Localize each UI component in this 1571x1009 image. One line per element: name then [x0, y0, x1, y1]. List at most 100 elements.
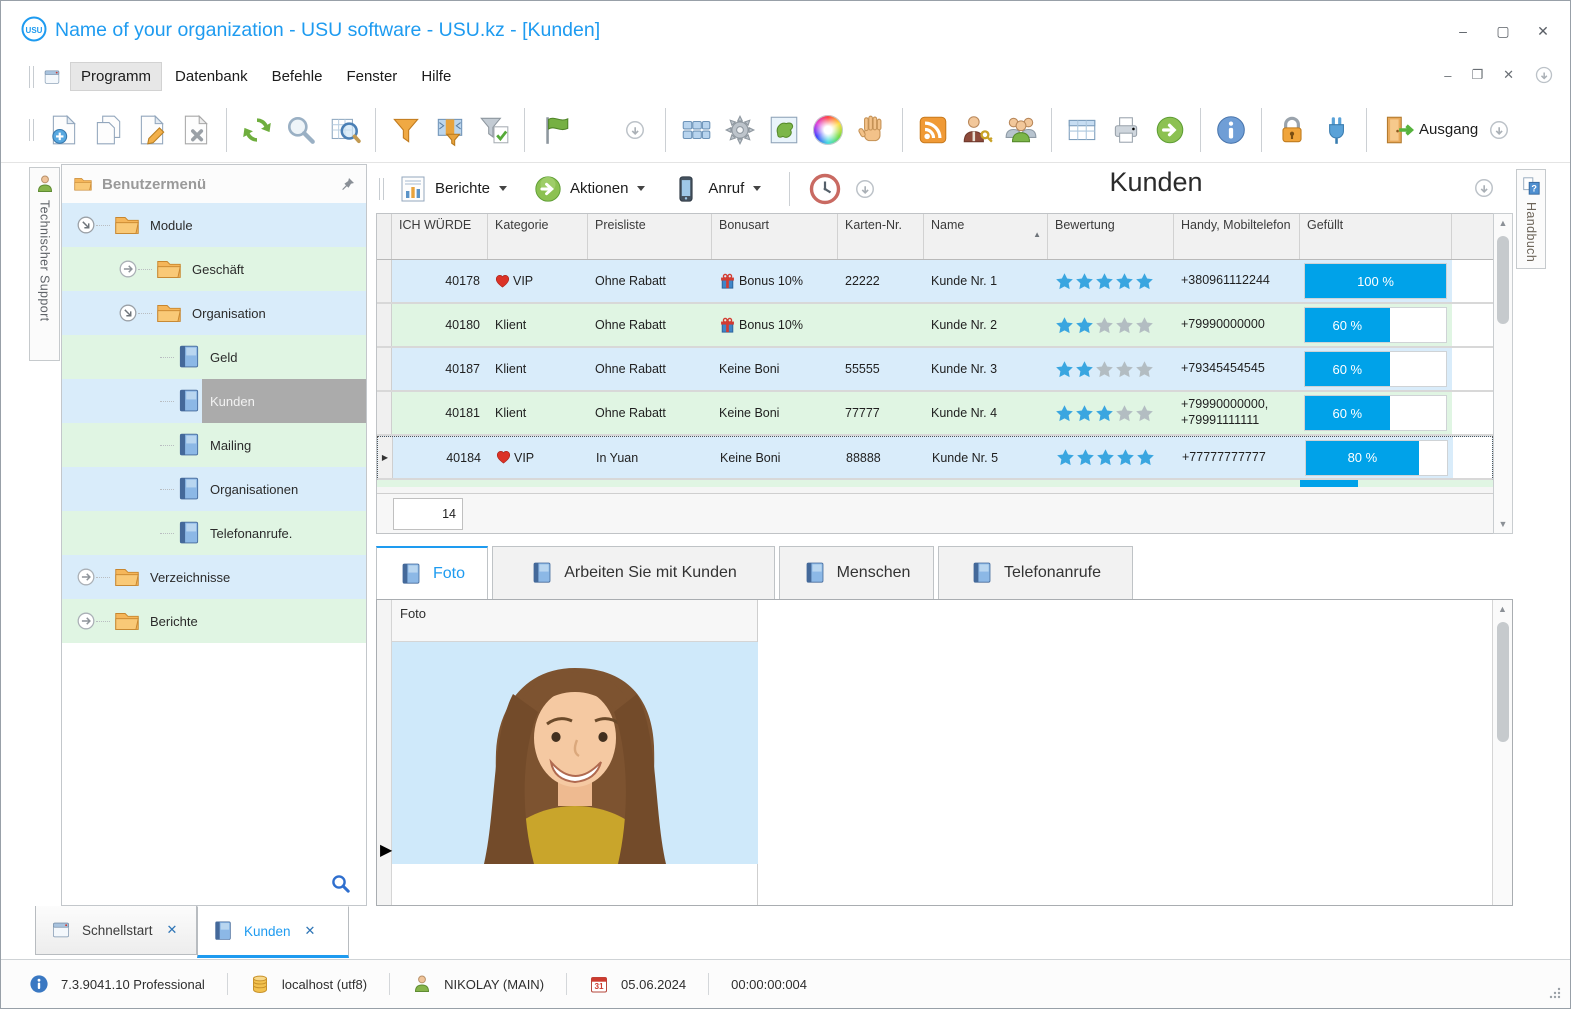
- mdi-restore-button[interactable]: ❐: [1471, 67, 1483, 83]
- dropdown-circle-button[interactable]: [613, 108, 657, 152]
- customer-row-3[interactable]: 40187 Klient Ohne Rabatt Keine Boni 55555 Kun…: [377, 348, 1493, 392]
- column-header-1[interactable]: ICH WÜRDE: [392, 214, 488, 259]
- search-table-button[interactable]: [323, 108, 367, 152]
- customer-photo[interactable]: [392, 642, 758, 864]
- tree-item-organisationen[interactable]: Organisationen: [62, 467, 366, 511]
- delete-record-button[interactable]: [174, 108, 218, 152]
- menu-item-programm[interactable]: Programm: [70, 62, 163, 91]
- detail-vertical-scrollbar[interactable]: ▲: [1492, 600, 1512, 905]
- scroll-down-icon[interactable]: ▼: [1494, 515, 1512, 533]
- map-image-button[interactable]: [762, 108, 806, 152]
- menu-item-befehle[interactable]: Befehle: [261, 62, 334, 91]
- customer-row-1[interactable]: 40178 VIP Ohne Rabatt Bonus 10% 22222 Kunde N…: [377, 260, 1493, 304]
- expander-expanded-icon[interactable]: [118, 303, 138, 323]
- column-header-8[interactable]: Handy, Mobiltelefon: [1174, 214, 1300, 259]
- refresh-button[interactable]: [235, 108, 279, 152]
- customer-row-4[interactable]: 40181 Klient Ohne Rabatt Keine Boni 77777 Kun…: [377, 392, 1493, 436]
- mdi-close-button[interactable]: ✕: [1503, 67, 1514, 83]
- document-tab-schnellstart[interactable]: Schnellstart ✕: [35, 906, 197, 955]
- filter-button[interactable]: [384, 108, 428, 152]
- color-wheel-button[interactable]: [806, 108, 850, 152]
- column-header-6[interactable]: Name ▲: [924, 214, 1048, 259]
- toolbar-grip[interactable]: [29, 118, 34, 141]
- menu-options-icon[interactable]: [1534, 65, 1554, 85]
- flag-button[interactable]: [533, 108, 577, 152]
- filter-columns-button[interactable]: [428, 108, 472, 152]
- search-button[interactable]: [279, 108, 323, 152]
- column-header-4[interactable]: Bonusart: [712, 214, 838, 259]
- column-header-7[interactable]: Bewertung: [1048, 214, 1174, 259]
- user-key-button[interactable]: [955, 108, 999, 152]
- technical-support-tab[interactable]: Technischer Support: [29, 167, 60, 361]
- tree-item-telefonanrufe-[interactable]: Telefonanrufe.: [62, 511, 366, 555]
- filter-apply-button[interactable]: [472, 108, 516, 152]
- toolbar-grip[interactable]: [379, 177, 384, 200]
- exit-button[interactable]: Ausgang: [1419, 121, 1478, 138]
- mdi-minimize-button[interactable]: –: [1444, 68, 1451, 83]
- tab-close-button[interactable]: ✕: [305, 923, 316, 939]
- tree-item-kunden[interactable]: Kunden: [62, 379, 366, 423]
- column-header-9[interactable]: Gefüllt: [1300, 214, 1452, 259]
- column-header-5[interactable]: Karten-Nr.: [838, 214, 924, 259]
- window-maximize-button[interactable]: ▢: [1494, 23, 1512, 40]
- column-header-2[interactable]: Kategorie: [488, 214, 588, 259]
- menu-item-datenbank[interactable]: Datenbank: [164, 62, 259, 91]
- go-next-button[interactable]: [1148, 108, 1192, 152]
- tab-close-button[interactable]: ✕: [167, 922, 178, 938]
- tree-item-geld[interactable]: Geld: [62, 335, 366, 379]
- tree-item-geschäft[interactable]: Geschäft: [62, 247, 366, 291]
- copy-record-button[interactable]: [86, 108, 130, 152]
- info-button[interactable]: [1209, 108, 1253, 152]
- scroll-thumb[interactable]: [1497, 236, 1509, 324]
- customer-row-5[interactable]: ▶ 40184 VIP In Yuan Keine Boni 88888 Kunde Nr.…: [377, 436, 1493, 480]
- tree-item-verzeichnisse[interactable]: Verzeichnisse: [62, 555, 366, 599]
- customer-row-partial[interactable]: [377, 480, 1493, 487]
- menu-item-fenster[interactable]: Fenster: [335, 62, 408, 91]
- handbook-tab[interactable]: ? Handbuch: [1516, 169, 1546, 269]
- tree-item-organisation[interactable]: Organisation: [62, 291, 366, 335]
- scroll-thumb[interactable]: [1496, 622, 1509, 742]
- tiles-button[interactable]: [674, 108, 718, 152]
- subtoolbar-options-icon[interactable]: [854, 178, 876, 200]
- tree-item-berichte[interactable]: Berichte: [62, 599, 366, 643]
- detail-tab-telefonanrufe[interactable]: Telefonanrufe: [938, 546, 1133, 599]
- detail-tab-arbeiten-sie-mit-kunden[interactable]: Arbeiten Sie mit Kunden: [492, 546, 775, 599]
- resize-grip-icon[interactable]: [1548, 986, 1562, 1000]
- timer-clock-icon[interactable]: [808, 172, 842, 206]
- window-minimize-button[interactable]: –: [1454, 23, 1472, 40]
- gear-button[interactable]: [718, 108, 762, 152]
- anruf-dropdown-button[interactable]: Anruf: [665, 170, 767, 208]
- sidebar-search-icon[interactable]: [330, 873, 352, 895]
- expander-collapsed-icon[interactable]: [118, 259, 138, 279]
- expander-collapsed-icon[interactable]: [76, 611, 96, 631]
- menu-item-hilfe[interactable]: Hilfe: [410, 62, 462, 91]
- document-tab-kunden[interactable]: Kunden ✕: [197, 906, 349, 958]
- grid-options-icon[interactable]: [1473, 177, 1495, 199]
- grid-vertical-scrollbar[interactable]: ▲ ▼: [1493, 213, 1513, 534]
- rss-feed-button[interactable]: [911, 108, 955, 152]
- table-view-button[interactable]: [1060, 108, 1104, 152]
- window-close-button[interactable]: ✕: [1534, 23, 1552, 40]
- new-record-button[interactable]: [42, 108, 86, 152]
- tree-item-mailing[interactable]: Mailing: [62, 423, 366, 467]
- edit-record-button[interactable]: [130, 108, 174, 152]
- expander-collapsed-icon[interactable]: [76, 567, 96, 587]
- tree-item-module[interactable]: Module: [62, 203, 366, 247]
- print-button[interactable]: [1104, 108, 1148, 152]
- user-group-button[interactable]: [999, 108, 1043, 152]
- expander-expanded-icon[interactable]: [76, 215, 96, 235]
- scroll-up-icon[interactable]: ▲: [1494, 214, 1512, 232]
- detail-tab-menschen[interactable]: Menschen: [779, 546, 934, 599]
- column-header-3[interactable]: Preisliste: [588, 214, 712, 259]
- toolbar-grip[interactable]: [29, 66, 34, 88]
- scroll-up-icon[interactable]: ▲: [1493, 600, 1512, 618]
- detail-tab-foto[interactable]: Foto: [376, 546, 488, 599]
- lock-button[interactable]: [1270, 108, 1314, 152]
- plug-button[interactable]: [1314, 108, 1358, 152]
- toolbar-options-icon[interactable]: [1488, 119, 1510, 141]
- aktionen-dropdown-button[interactable]: Aktionen: [527, 170, 651, 208]
- exit-door-button[interactable]: [1375, 108, 1419, 152]
- pin-icon[interactable]: [340, 176, 356, 192]
- customer-row-2[interactable]: 40180 Klient Ohne Rabatt Bonus 10% Kunde Nr.…: [377, 304, 1493, 348]
- hand-button[interactable]: [850, 108, 894, 152]
